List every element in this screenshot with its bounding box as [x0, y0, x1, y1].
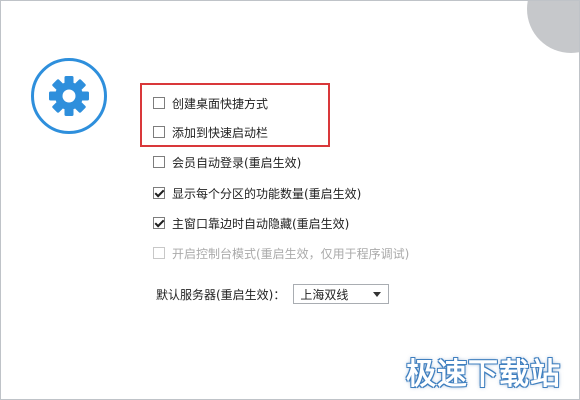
- chevron-down-icon: [373, 291, 382, 297]
- option-label: 添加到快速启动栏: [172, 125, 269, 140]
- gear-icon: [49, 76, 89, 116]
- option-quick-launch[interactable]: 添加到快速启动栏: [153, 124, 268, 140]
- watermark-logo: 极速下载站: [406, 357, 561, 392]
- option-desktop-shortcut[interactable]: 创建桌面快捷方式: [153, 95, 268, 111]
- checkbox: [153, 247, 165, 259]
- option-label: 会员自动登录(重启生效): [172, 155, 302, 170]
- close-button[interactable]: [527, 1, 579, 53]
- settings-dialog: 创建桌面快捷方式 添加到快速启动栏 会员自动登录(重启生效) 显示每个分区的功能…: [0, 0, 580, 400]
- checkbox[interactable]: [153, 126, 165, 138]
- checkbox[interactable]: [153, 217, 165, 229]
- option-auto-hide[interactable]: 主窗口靠边时自动隐藏(重启生效): [153, 215, 349, 231]
- server-setting: 默认服务器(重启生效)： 上海双线: [156, 283, 390, 305]
- option-label: 显示每个分区的功能数量(重启生效): [172, 186, 362, 201]
- server-select[interactable]: 上海双线: [293, 284, 390, 304]
- checkbox[interactable]: [153, 187, 165, 199]
- option-label: 开启控制台模式(重启生效，仅用于程序调试): [172, 246, 410, 261]
- server-label: 默认服务器(重启生效)：: [156, 287, 286, 302]
- option-auto-login[interactable]: 会员自动登录(重启生效): [153, 154, 301, 170]
- option-show-counts[interactable]: 显示每个分区的功能数量(重启生效): [153, 185, 361, 201]
- server-selected-value: 上海双线: [300, 287, 349, 302]
- option-console-mode: 开启控制台模式(重启生效，仅用于程序调试): [153, 245, 409, 261]
- option-label: 创建桌面快捷方式: [172, 96, 269, 111]
- option-label: 主窗口靠边时自动隐藏(重启生效): [172, 216, 350, 231]
- settings-logo: [31, 58, 107, 134]
- checkbox[interactable]: [153, 156, 165, 168]
- checkbox[interactable]: [153, 97, 165, 109]
